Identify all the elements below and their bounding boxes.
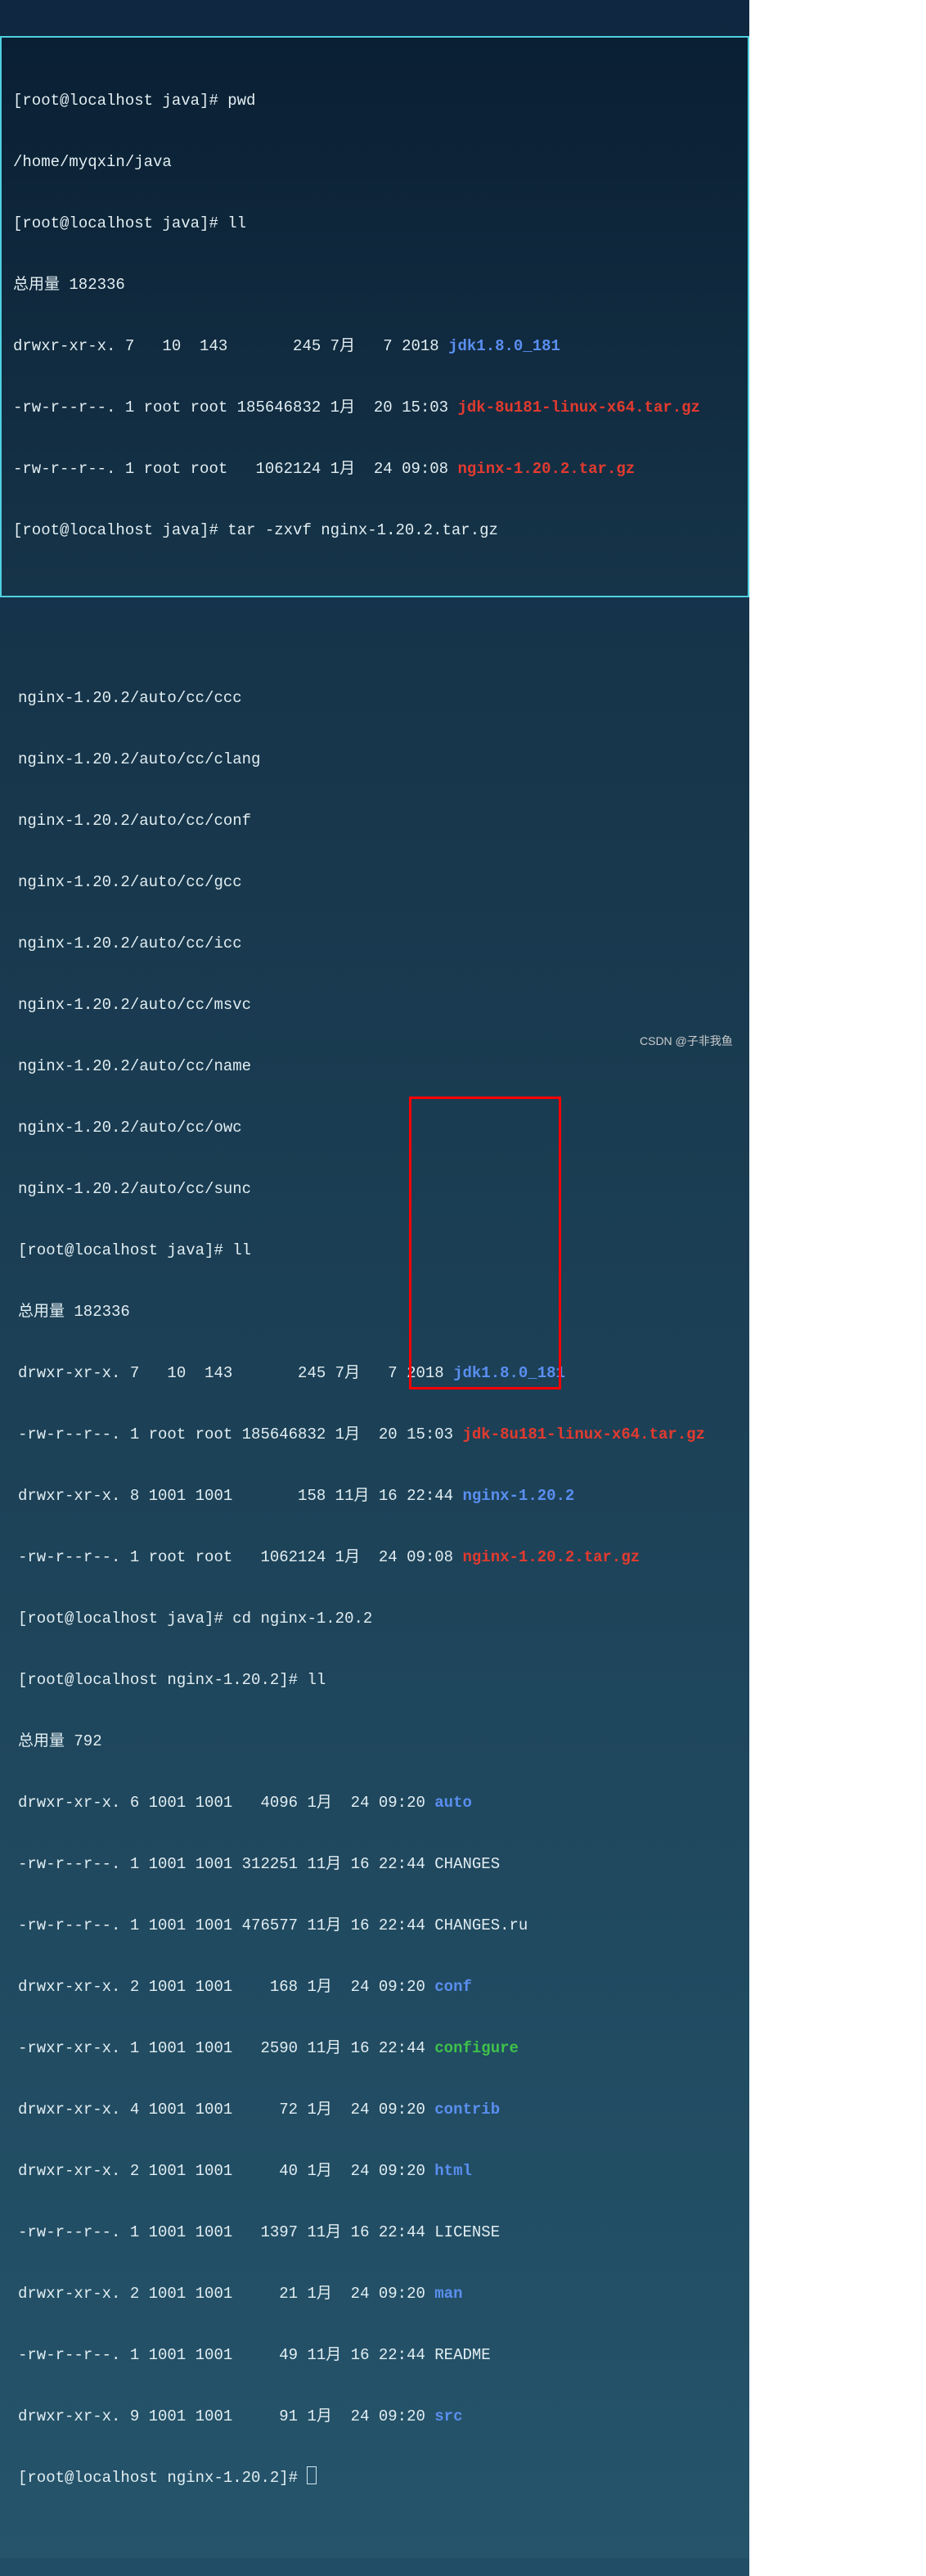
output-line: nginx-1.20.2/auto/cc/name [18, 1054, 738, 1079]
ls-row: drwxr-xr-x. 2 1001 1001 21 1月 24 09:20 m… [18, 2281, 738, 2307]
dir-name: contrib [434, 2101, 500, 2119]
output-line: nginx-1.20.2/auto/cc/clang [18, 747, 738, 772]
output-line: nginx-1.20.2/auto/cc/icc [18, 931, 738, 957]
ls-row: drwxr-xr-x. 7 10 143 245 7月 7 2018 jdk1.… [18, 1361, 738, 1386]
ls-row: -rw-r--r--. 1 root root 185646832 1月 20 … [13, 395, 736, 421]
terminal[interactable]: [root@localhost java]# pwd /home/myqxin/… [0, 0, 749, 2576]
ls-row: drwxr-xr-x. 4 1001 1001 72 1月 24 09:20 c… [18, 2097, 738, 2123]
terminal-block-2: nginx-1.20.2/auto/cc/ccc nginx-1.20.2/au… [0, 633, 749, 2558]
prompt-line: [root@localhost java]# ll [18, 1238, 738, 1263]
archive-name: nginx-1.20.2.tar.gz [458, 460, 636, 478]
ls-row: -rw-r--r--. 1 1001 1001 49 11月 16 22:44 … [18, 2343, 738, 2368]
output-line: nginx-1.20.2/auto/cc/sunc [18, 1177, 738, 1202]
archive-name: jdk-8u181-linux-x64.tar.gz [458, 399, 700, 417]
cursor-icon [307, 2466, 317, 2484]
dir-name: nginx-1.20.2 [463, 1487, 575, 1505]
archive-name: jdk-8u181-linux-x64.tar.gz [463, 1425, 705, 1443]
ls-row: drwxr-xr-x. 7 10 143 245 7月 7 2018 jdk1.… [13, 334, 736, 359]
prompt-line[interactable]: [root@localhost nginx-1.20.2]# [18, 2466, 738, 2491]
dir-name: html [434, 2162, 472, 2180]
dir-name: man [434, 2285, 462, 2303]
prompt-line: [root@localhost java]# cd nginx-1.20.2 [18, 1606, 738, 1632]
output-line: nginx-1.20.2/auto/cc/owc [18, 1115, 738, 1141]
terminal-block-1: [root@localhost java]# pwd /home/myqxin/… [0, 36, 749, 597]
ls-row: -rw-r--r--. 1 root root 1062124 1月 24 09… [13, 457, 736, 482]
ls-row: drwxr-xr-x. 8 1001 1001 158 11月 16 22:44… [18, 1484, 738, 1509]
watermark: CSDN @子非我鱼 [640, 1033, 733, 1049]
output-line: 总用量 792 [18, 1729, 738, 1754]
output-line: nginx-1.20.2/auto/cc/gcc [18, 870, 738, 895]
output-line: nginx-1.20.2/auto/cc/msvc [18, 993, 738, 1018]
output-line: 总用量 182336 [18, 1299, 738, 1325]
dir-name: auto [434, 1794, 472, 1812]
dir-name: src [434, 2407, 462, 2425]
prompt-line: [root@localhost java]# pwd [13, 88, 736, 114]
dir-name: conf [434, 1978, 472, 1996]
prompt-line: [root@localhost java]# tar -zxvf nginx-1… [13, 518, 736, 543]
prompt-line: [root@localhost java]# ll [13, 211, 736, 236]
dir-name: jdk1.8.0_181 [448, 337, 560, 355]
ls-row: drwxr-xr-x. 2 1001 1001 40 1月 24 09:20 h… [18, 2159, 738, 2184]
ls-row: drwxr-xr-x. 6 1001 1001 4096 1月 24 09:20… [18, 1790, 738, 1816]
output-line: /home/myqxin/java [13, 150, 736, 175]
ls-row: -rw-r--r--. 1 1001 1001 312251 11月 16 22… [18, 1852, 738, 1877]
output-line: nginx-1.20.2/auto/cc/ccc [18, 686, 738, 711]
ls-row: -rw-r--r--. 1 1001 1001 476577 11月 16 22… [18, 1913, 738, 1939]
prompt-line: [root@localhost nginx-1.20.2]# ll [18, 1668, 738, 1693]
dir-name: jdk1.8.0_181 [453, 1364, 565, 1382]
archive-name: nginx-1.20.2.tar.gz [463, 1548, 641, 1566]
ls-row: drwxr-xr-x. 9 1001 1001 91 1月 24 09:20 s… [18, 2404, 738, 2430]
ls-row: -rw-r--r--. 1 1001 1001 1397 11月 16 22:4… [18, 2220, 738, 2245]
output-line: 总用量 182336 [13, 272, 736, 298]
ls-row: drwxr-xr-x. 2 1001 1001 168 1月 24 09:20 … [18, 1975, 738, 2000]
ls-row: -rw-r--r--. 1 root root 185646832 1月 20 … [18, 1422, 738, 1448]
output-line: nginx-1.20.2/auto/cc/conf [18, 808, 738, 834]
ls-row: -rwxr-xr-x. 1 1001 1001 2590 11月 16 22:4… [18, 2036, 738, 2061]
ls-row: -rw-r--r--. 1 root root 1062124 1月 24 09… [18, 1545, 738, 1570]
executable-name: configure [434, 2039, 519, 2057]
